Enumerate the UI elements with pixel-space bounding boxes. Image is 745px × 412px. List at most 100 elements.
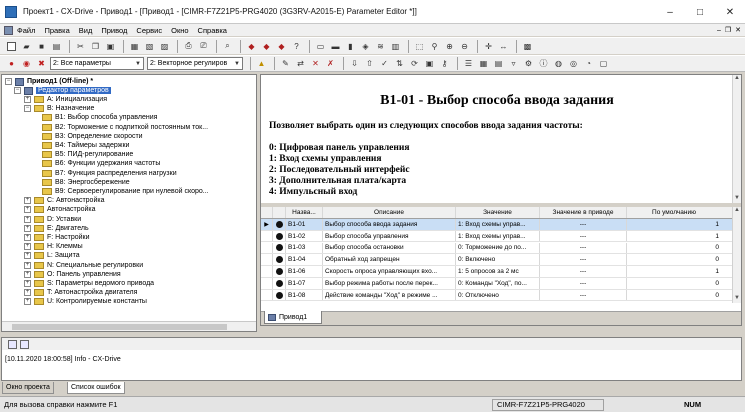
tab-project-window[interactable]: Окно проекта bbox=[2, 382, 54, 394]
tree-item[interactable]: B9: Сервоерегулирование при нулевой скор… bbox=[42, 187, 209, 196]
tree-item[interactable]: + S: Параметры ведомого привода bbox=[24, 279, 154, 288]
clear-output-icon[interactable] bbox=[8, 339, 17, 349]
tree-item[interactable]: + E: Двигатель bbox=[24, 224, 89, 233]
save-all-icon[interactable]: ▤ bbox=[50, 40, 63, 53]
tree-item[interactable]: + L: Защита bbox=[24, 251, 80, 260]
cell-value[interactable]: 0: Включено bbox=[456, 254, 540, 265]
copy-icon[interactable]: ❐ bbox=[89, 40, 102, 53]
print-preview-icon[interactable]: ▧ bbox=[143, 40, 156, 53]
scroll-down-icon[interactable]: ▼ bbox=[733, 295, 741, 303]
cell-value[interactable]: 0: Команды "Ход", по... bbox=[456, 278, 540, 289]
compare-icon[interactable]: ⇄ bbox=[294, 57, 307, 70]
info-icon[interactable]: ⓘ bbox=[537, 57, 550, 70]
table-row[interactable]: B1-06 Скорость опроса управляющих вхо... 1… bbox=[261, 266, 733, 278]
expand-icon[interactable]: + bbox=[24, 234, 31, 241]
tree-item[interactable]: + A: Инициализация bbox=[24, 95, 107, 104]
menu-tools[interactable]: Сервис bbox=[136, 26, 162, 35]
help-vertical-scrollbar[interactable]: ▲ ▼ bbox=[732, 75, 741, 203]
tree-item[interactable]: + C: Автонастройка bbox=[24, 196, 104, 205]
column-header-number[interactable]: Назва... bbox=[286, 207, 323, 218]
tab-error-list[interactable]: Список ошибок bbox=[67, 382, 125, 394]
table-icon[interactable]: ▦ bbox=[477, 57, 490, 70]
tree-item[interactable]: + Автонастройка bbox=[24, 205, 96, 214]
cell-value[interactable]: 0: Торможение до по... bbox=[456, 242, 540, 254]
world-icon[interactable]: ◍ bbox=[552, 57, 565, 70]
tree-item[interactable]: − B: Назначение bbox=[24, 104, 94, 113]
ruby-icon[interactable]: ◆ bbox=[245, 40, 258, 53]
list-icon[interactable]: ☰ bbox=[462, 57, 475, 70]
download-icon[interactable]: ⇩ bbox=[348, 57, 361, 70]
table-vertical-scrollbar[interactable]: ▲ ▼ bbox=[732, 207, 741, 303]
stop-icon[interactable]: ✖ bbox=[35, 57, 48, 70]
disconnect-icon[interactable]: ◉ bbox=[20, 57, 33, 70]
save-icon[interactable]: ■ bbox=[35, 40, 48, 53]
delete-icon[interactable]: ✕ bbox=[309, 57, 322, 70]
settings-icon[interactable]: ⚙ bbox=[522, 57, 535, 70]
crosshair-icon[interactable]: ✛ bbox=[482, 40, 495, 53]
scroll-up-icon[interactable]: ▲ bbox=[733, 207, 741, 215]
cell-value[interactable]: 1: Вход схемы управ... bbox=[456, 230, 540, 242]
collapse-icon[interactable]: − bbox=[5, 78, 12, 85]
expand-icon[interactable]: + bbox=[24, 261, 31, 269]
tree-editor[interactable]: − Редактор параметров bbox=[14, 86, 111, 95]
tree-item[interactable]: + O: Панель управления bbox=[24, 270, 121, 279]
trend-icon[interactable]: ▬ bbox=[329, 40, 342, 53]
tree-item[interactable]: B6: Функции удержания частоты bbox=[42, 159, 160, 168]
document-system-icon[interactable] bbox=[4, 25, 13, 35]
menu-edit[interactable]: Правка bbox=[44, 26, 69, 35]
tree-item[interactable]: B3: Определение скорости bbox=[42, 132, 143, 141]
help-icon[interactable]: ? bbox=[290, 40, 303, 53]
zoom-out-icon[interactable]: ⊖ bbox=[458, 40, 471, 53]
tree-item[interactable]: + H: Клеммы bbox=[24, 242, 83, 251]
maximize-button[interactable]: □ bbox=[685, 0, 715, 24]
print-setup-icon[interactable]: ⎙ bbox=[182, 40, 195, 53]
key-icon[interactable]: ⚷ bbox=[438, 57, 451, 70]
print-all-icon[interactable]: ⎚ bbox=[197, 40, 210, 53]
tree-root[interactable]: − Привод1 (Off-line) * bbox=[5, 77, 93, 86]
close-button[interactable]: ✕ bbox=[715, 0, 745, 24]
tree-item[interactable]: B1: Выбор способа управления bbox=[42, 113, 157, 122]
table-row[interactable]: B1-07 Выбор режима работы после перек... 0… bbox=[261, 278, 733, 290]
expand-icon[interactable]: + bbox=[24, 215, 31, 223]
transfer-icon[interactable]: ⇅ bbox=[393, 57, 406, 70]
filter-icon[interactable]: ▿ bbox=[507, 57, 520, 70]
stopwatch-icon[interactable]: ◔ bbox=[582, 57, 595, 70]
mdi-close-button[interactable]: ✕ bbox=[735, 26, 741, 34]
menu-window[interactable]: Окно bbox=[171, 26, 188, 35]
new-icon[interactable] bbox=[5, 40, 18, 53]
online-icon[interactable]: ◈ bbox=[359, 40, 372, 53]
cell-value[interactable]: 0: Отключено bbox=[456, 289, 540, 301]
table-row[interactable]: B1-08 Действие команды "Ход" в режиме ...… bbox=[261, 289, 733, 302]
scroll-up-icon[interactable]: ▲ bbox=[733, 75, 741, 83]
column-header-description[interactable]: Описание bbox=[323, 207, 456, 218]
tools-icon[interactable]: ✎ bbox=[279, 57, 292, 70]
expand-icon[interactable]: + bbox=[24, 289, 31, 297]
ruby-up-icon[interactable]: ◆ bbox=[275, 40, 288, 53]
expand-icon[interactable]: + bbox=[24, 224, 31, 232]
expand-icon[interactable]: + bbox=[24, 243, 31, 251]
menu-drive[interactable]: Привод bbox=[101, 26, 127, 35]
cell-value[interactable]: 1: Вход схемы управ... bbox=[456, 219, 540, 230]
warning-icon[interactable]: ▲ bbox=[255, 57, 268, 70]
menu-help[interactable]: Справка bbox=[198, 26, 227, 35]
collapse-icon[interactable]: − bbox=[14, 87, 21, 94]
minimize-button[interactable]: – bbox=[655, 0, 685, 24]
expand-icon[interactable]: + bbox=[24, 270, 31, 278]
monitor-icon[interactable]: ▭ bbox=[314, 40, 327, 53]
menu-file[interactable]: Файл bbox=[17, 26, 35, 35]
tree-item[interactable]: + T: Автонастройка двигателя bbox=[24, 288, 137, 297]
report-icon[interactable]: ▤ bbox=[492, 57, 505, 70]
tree-item[interactable]: + U: Контролируемые константы bbox=[24, 297, 147, 306]
control-mode-select[interactable]: 2: Векторное регулиров ▼ bbox=[147, 57, 243, 70]
cell-value[interactable]: 1: 5 опросов за 2 мс bbox=[456, 266, 540, 277]
table-row[interactable]: B1-03 Выбор способа остановки 0: Торможени… bbox=[261, 242, 733, 255]
tree-item[interactable]: B5: ПИД-регулирование bbox=[42, 150, 133, 159]
menu-view[interactable]: Вид bbox=[79, 26, 93, 35]
upload-icon[interactable]: ⇧ bbox=[363, 57, 376, 70]
expand-icon[interactable]: + bbox=[24, 298, 31, 306]
chart-icon[interactable]: ▮ bbox=[344, 40, 357, 53]
print-icon[interactable]: ▦ bbox=[128, 40, 141, 53]
page-setup-icon[interactable]: ▨ bbox=[158, 40, 171, 53]
tab-drive1[interactable]: Привод1 bbox=[264, 311, 322, 324]
table-row[interactable]: ▶ B1-01 Выбор способа ввода задания 1: Вход… bbox=[261, 219, 733, 231]
